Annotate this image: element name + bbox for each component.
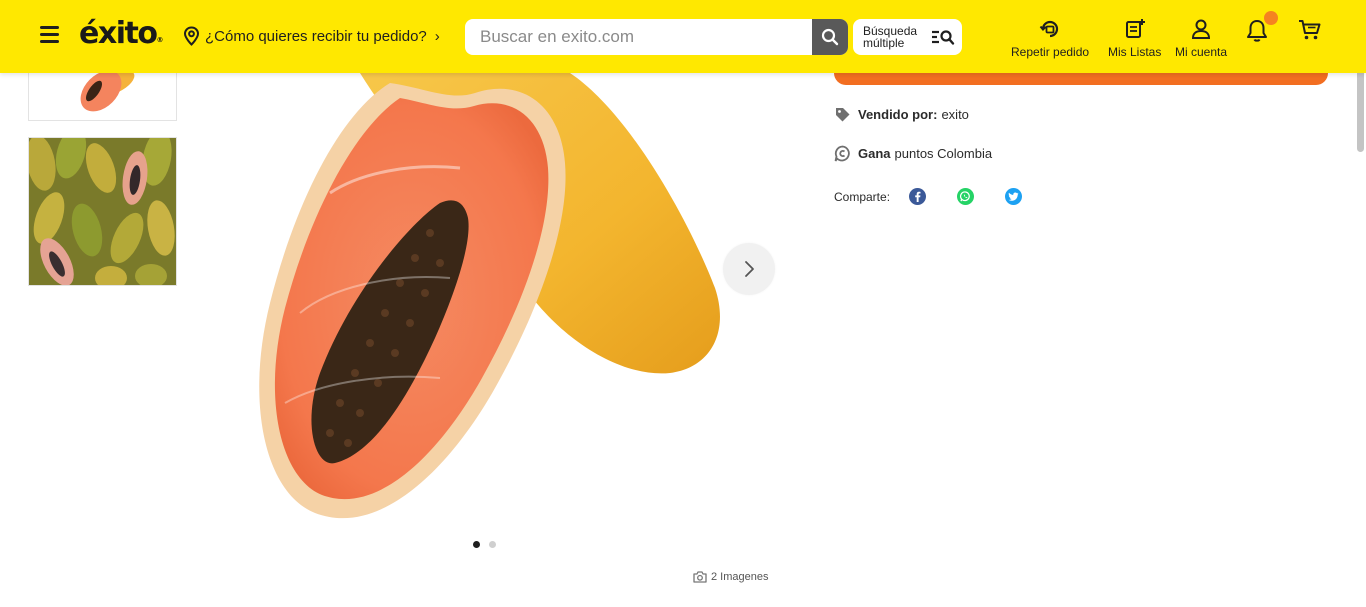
cart-icon [1299,20,1321,40]
main-product-image[interactable] [240,73,780,528]
multi-search-label: Búsqueda múltiple [863,24,918,50]
chevron-right-icon: › [434,27,440,45]
earn-value: puntos Colombia [894,146,993,161]
tag-icon [836,108,850,122]
location-pin-icon [183,26,200,46]
search-icon [821,28,839,46]
delivery-prompt-text: ¿Cómo quieres recibir tu pedido? [205,27,427,45]
share-label: Comparte: [834,189,891,204]
logo-registered-mark: ® [156,36,164,44]
earn-label: Gana [858,146,891,161]
sold-by-label: Vendido por: [858,107,938,122]
thumbnail-papaya-image [29,73,176,120]
twitter-share-button[interactable] [1005,188,1023,205]
sold-by-value: exito [941,107,969,122]
image-count-text: 2 Imagenes [711,571,769,583]
search-button[interactable] [812,19,848,55]
exito-logo[interactable]: éxito® [79,14,163,54]
thumbnail-1[interactable] [28,73,177,121]
camera-icon [693,571,707,583]
hamburger-menu-icon[interactable] [40,26,59,44]
papaya-image [240,73,780,528]
my-account-button[interactable]: Mi cuenta [1175,18,1227,59]
user-icon [1192,19,1211,39]
puntos-colombia-icon [834,145,850,162]
my-lists-button[interactable]: Mis Listas [1108,18,1161,59]
multi-search-button[interactable]: Búsqueda múltiple [853,19,962,55]
notifications-button[interactable] [1246,11,1278,48]
whatsapp-icon [960,191,970,202]
delivery-selector[interactable]: ¿Cómo quieres recibir tu pedido? › [183,26,440,46]
twitter-icon [1008,192,1019,201]
points-row: Gana puntos Colombia [834,145,992,162]
thumbnail-2[interactable] [28,137,177,286]
bell-icon [1247,20,1267,42]
list-search-icon [932,30,955,45]
carousel-dots [473,541,496,548]
top-header: éxito® ¿Cómo quieres recibir tu pedido? … [0,0,1366,73]
my-account-label: Mi cuenta [1175,45,1228,59]
search-input[interactable] [465,19,812,55]
next-image-button[interactable] [723,243,775,295]
repeat-order-label: Repetir pedido [1011,45,1090,59]
cart-button[interactable] [1298,19,1322,46]
carousel-dot-1[interactable] [473,541,480,548]
sold-by-row: Vendido por: exito [834,106,969,123]
thumbnail-papaya-pile-image [29,138,176,285]
carousel-dot-2[interactable] [489,541,496,548]
logo-text: éxito [79,16,158,51]
my-lists-label: Mis Listas [1108,45,1162,59]
repeat-order-icon [1039,20,1059,38]
notification-badge [1264,11,1278,25]
lists-icon [1125,19,1145,38]
image-count: 2 Imagenes [693,571,768,583]
search-bar [465,19,848,55]
repeat-order-button[interactable]: Repetir pedido [1011,18,1089,59]
share-row: Comparte: [834,188,1023,205]
whatsapp-share-button[interactable] [957,188,975,205]
facebook-share-button[interactable] [909,188,927,205]
chevron-right-icon [745,261,754,277]
facebook-icon [915,191,921,202]
